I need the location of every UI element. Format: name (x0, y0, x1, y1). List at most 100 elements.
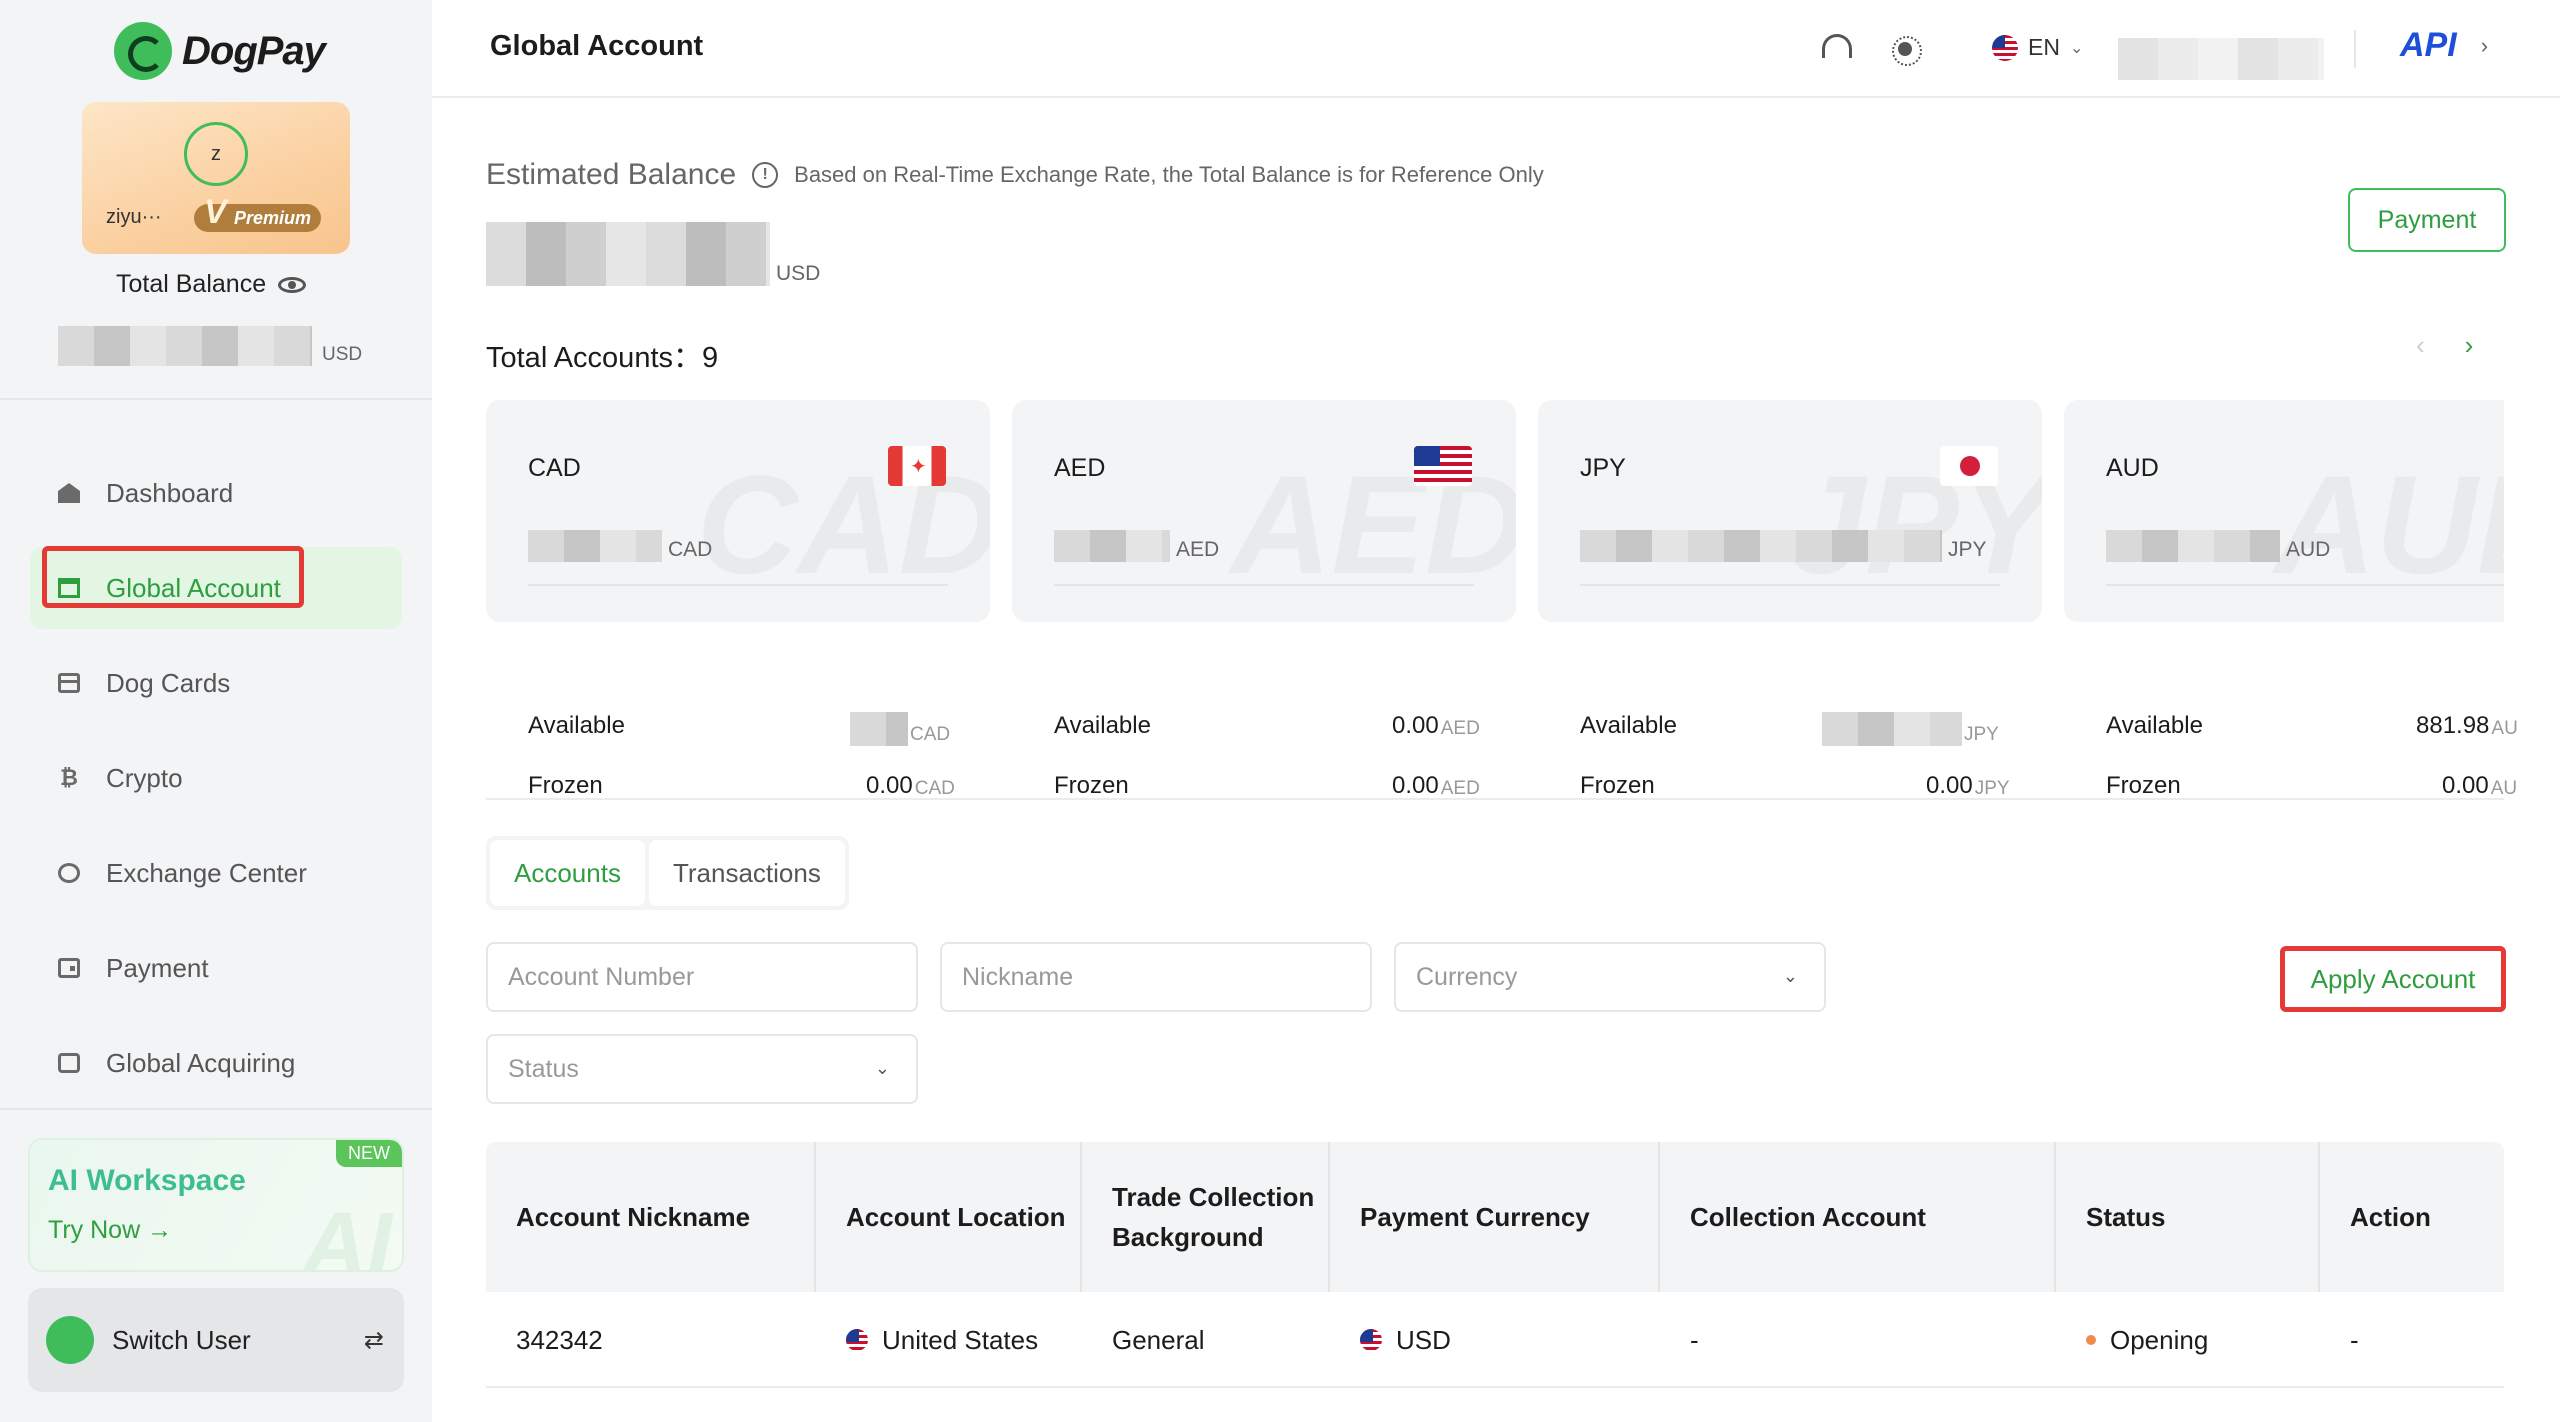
tab-transactions[interactable]: Transactions (648, 840, 845, 906)
estimated-balance-value: USD (486, 222, 820, 286)
us-flag-icon (1992, 34, 2018, 61)
chevron-left-icon[interactable]: ‹ (2416, 330, 2425, 361)
card-balance-unit: AED (1176, 538, 1220, 561)
brand-name: DogPay (182, 28, 326, 73)
sidebar-item-label: Dashboard (106, 477, 234, 508)
available-unit: CAD (910, 724, 951, 745)
sidebar-item-exchange-center[interactable]: Exchange Center (30, 832, 402, 914)
sidebar-item-label: Crypto (106, 762, 183, 793)
dogpay-logo-icon (114, 22, 172, 80)
available-value: 881.98 AU (2416, 712, 2518, 740)
masked-balance-value (1054, 530, 1170, 562)
japan-flag-icon (1940, 446, 1998, 486)
accounts-table: Account Nickname Account Location Trade … (486, 1142, 2504, 1388)
column-header-location: Account Location (816, 1142, 1082, 1292)
sidebar-item-dashboard[interactable]: Dashboard (30, 452, 402, 534)
cell-action[interactable]: - (2320, 1292, 2504, 1388)
sidebar-item-global-account[interactable]: Global Account (30, 547, 402, 629)
theme-toggle-icon[interactable] (1890, 34, 1922, 66)
card-balance-unit: CAD (668, 538, 713, 561)
payment-button[interactable]: Payment (2348, 188, 2506, 252)
info-icon[interactable]: ! (752, 162, 779, 188)
currency-select-placeholder: Currency (1416, 962, 1518, 991)
status-select[interactable]: Status ⌄ (486, 1034, 918, 1104)
frozen-amount: 0.00 (2442, 772, 2489, 799)
tab-accounts[interactable]: Accounts (490, 840, 645, 906)
user-vip-card[interactable]: z ziyu··· Premium (82, 102, 350, 254)
account-card-aed[interactable]: AED AED AED (1012, 400, 1516, 622)
account-card-jpy[interactable]: JPY JPY JPY (1538, 400, 2042, 622)
nickname-input[interactable] (962, 962, 1370, 992)
sidebar-item-label: Global Account (106, 572, 281, 603)
card-currency: AUD (2106, 454, 2159, 482)
card-divider (1580, 584, 2000, 586)
new-badge: NEW (336, 1140, 402, 1167)
sidebar-item-crypto[interactable]: ₿ Crypto (30, 737, 402, 819)
cell-location: United States (816, 1292, 1082, 1388)
available-value: CAD (850, 712, 950, 746)
masked-balance-value (528, 530, 662, 562)
currency-watermark: AUD (2274, 446, 2504, 603)
cell-payment-currency: USD (1330, 1292, 1660, 1388)
account-number-input[interactable] (508, 962, 916, 992)
table-row[interactable]: 342342 United States General USD - Openi… (486, 1292, 2504, 1388)
account-card-cad[interactable]: CAD CAD CAD (486, 400, 990, 622)
premium-badge: Premium (194, 198, 322, 232)
masked-balance-value (2106, 530, 2280, 562)
try-now-link[interactable]: Try Now → (48, 1216, 172, 1245)
chevron-down-icon: ⌄ (2069, 39, 2084, 57)
status-dot-icon (2086, 1335, 2096, 1345)
frozen-unit: CAD (914, 778, 955, 799)
switch-user-avatar (46, 1316, 94, 1364)
currency-select[interactable]: Currency ⌄ (1394, 942, 1826, 1012)
sidebar-item-global-acquiring[interactable]: Global Acquiring (30, 1022, 402, 1104)
sidebar-item-payment[interactable]: Payment (30, 927, 402, 1009)
apply-account-button[interactable]: Apply Account (2280, 946, 2506, 1012)
sidebar-item-label: Dog Cards (106, 667, 231, 698)
sidebar-item-dog-cards[interactable]: Dog Cards (30, 642, 402, 724)
switch-user-button[interactable]: Switch User ⇄ (28, 1288, 404, 1392)
frozen-unit: AU (2490, 778, 2518, 799)
chevron-right-icon[interactable]: › (2465, 330, 2474, 361)
headset-icon[interactable] (1822, 34, 1852, 58)
available-value: JPY (1822, 712, 1999, 746)
sidebar-divider (0, 398, 432, 400)
masked-user-info[interactable] (2118, 38, 2324, 80)
available-amount: 0.00 (1392, 712, 1439, 739)
user-name: ziyu··· (106, 206, 162, 228)
home-icon (58, 483, 80, 503)
estimated-balance-unit: USD (776, 262, 821, 285)
eye-icon[interactable] (278, 276, 307, 293)
frozen-label: Frozen (1054, 772, 1129, 799)
api-link[interactable]: API › (2400, 26, 2488, 65)
nickname-field[interactable] (940, 942, 1372, 1012)
frozen-value: 0.00 JPY (1926, 772, 2010, 800)
frozen-unit: JPY (1974, 778, 2010, 799)
account-card-aud[interactable]: AUD AUD AUD (2064, 400, 2504, 622)
total-balance-text: Total Balance (116, 270, 267, 298)
estimated-balance-header: Estimated Balance ! Based on Real-Time E… (486, 158, 1544, 192)
card-balance: AUD (2106, 530, 2330, 562)
language-label: EN (2028, 34, 2060, 60)
ai-workspace-card[interactable]: AI NEW AI Workspace Try Now → (28, 1138, 404, 1272)
cards-pager: ‹ › (2416, 330, 2473, 361)
table-header: Account Nickname Account Location Trade … (486, 1142, 2504, 1292)
card-divider (1054, 584, 1474, 586)
card-divider (528, 584, 948, 586)
available-amount: 881.98 (2416, 712, 2490, 739)
language-selector[interactable]: EN ⌄ (1992, 34, 2083, 61)
available-label: Available (1580, 712, 1677, 739)
card-balance: AED (1054, 530, 1219, 562)
canada-flag-icon (888, 446, 946, 486)
cell-collection-account: - (1690, 1324, 1699, 1355)
available-unit: AED (1440, 718, 1480, 739)
ai-workspace-title: AI Workspace (48, 1164, 246, 1197)
account-number-field[interactable] (486, 942, 918, 1012)
currency-watermark: JPY (1787, 446, 2042, 603)
brand-logo[interactable]: DogPay (114, 22, 326, 80)
chevron-down-icon: ⌄ (1782, 966, 1798, 986)
frozen-amount: 0.00 (1926, 772, 1973, 799)
card-currency: AED (1054, 454, 1106, 482)
acquiring-icon (58, 1053, 80, 1073)
sidebar-item-label: Global Acquiring (106, 1047, 296, 1078)
